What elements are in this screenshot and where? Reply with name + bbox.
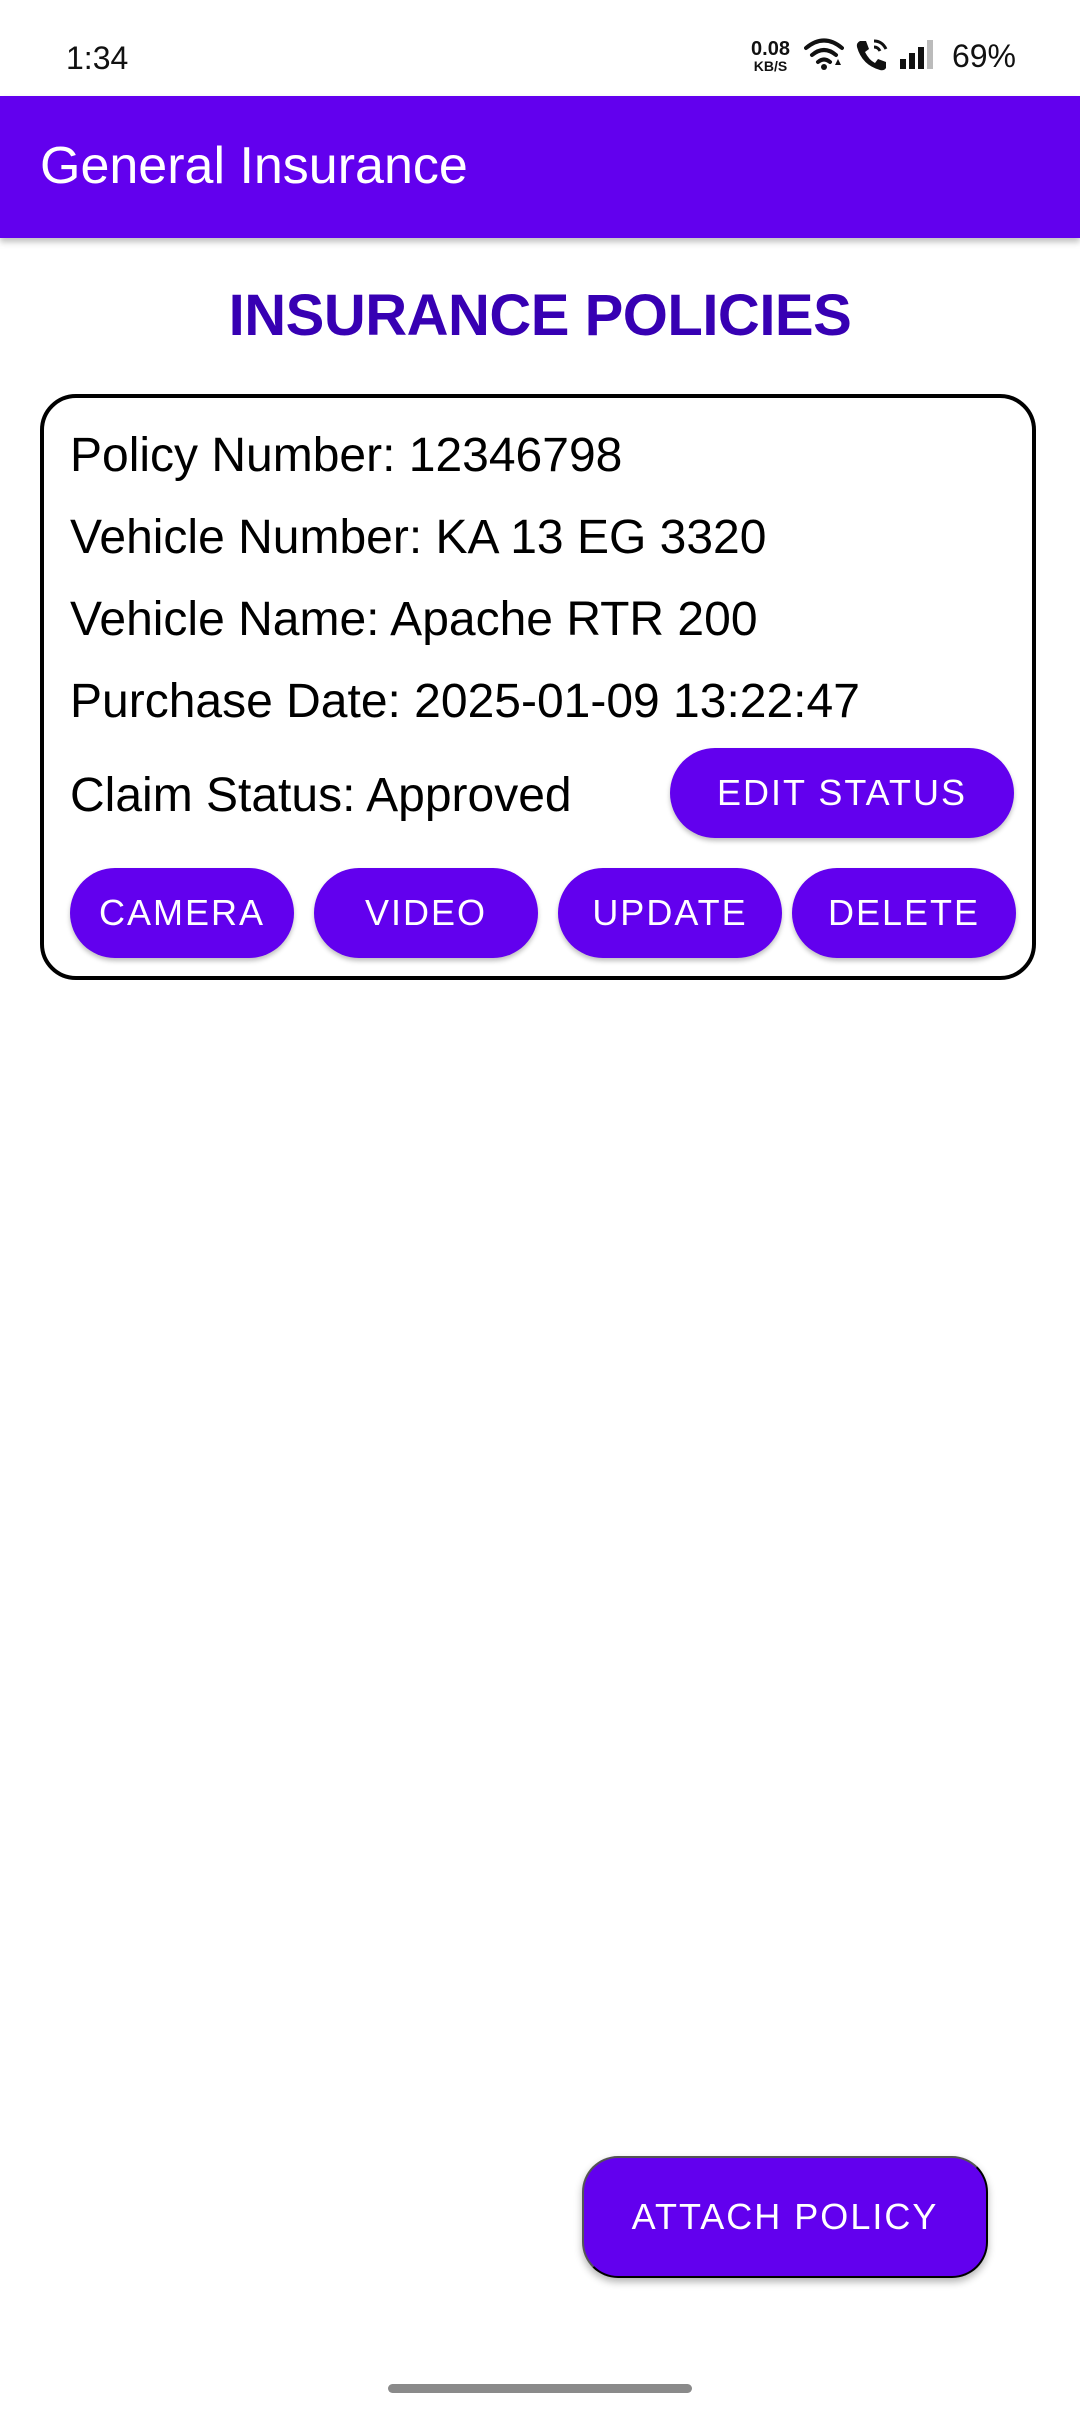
signal-icon [899,39,936,74]
vehicle-number-text: Vehicle Number: KA 13 EG 3320 [70,511,767,564]
network-speed-value: 0.08 [751,38,790,60]
wifi-calling-icon [854,37,890,76]
home-indicator[interactable] [388,2384,692,2393]
attach-policy-button[interactable]: ATTACH POLICY [582,2156,988,2278]
vehicle-name-text: Vehicle Name: Apache RTR 200 [70,593,758,646]
policy-card: Policy Number: 12346798 Vehicle Number: … [40,394,1036,980]
network-speed: 0.08 KB/S [751,39,790,73]
status-time: 1:34 [66,40,129,76]
app-title: General Insurance [40,137,468,195]
camera-button[interactable]: CAMERA [70,868,294,958]
purchase-date-text: Purchase Date: 2025-01-09 13:22:47 [70,675,860,728]
page-title: INSURANCE POLICIES [228,283,852,348]
app-bar: General Insurance [0,96,1080,238]
delete-button[interactable]: DELETE [792,868,1016,958]
claim-status-text: Claim Status: Approved [70,769,572,822]
battery-percentage: 69% [951,37,1016,74]
network-speed-unit: KB/S [753,58,788,74]
edit-status-button[interactable]: EDIT STATUS [670,748,1014,838]
status-bar: 1:34 0.08 KB/S 69% [0,0,1080,96]
update-button[interactable]: UPDATE [558,868,782,958]
video-button[interactable]: VIDEO [314,868,538,958]
policy-number-text: Policy Number: 12346798 [70,429,623,482]
status-icons: 0.08 KB/S 69% [751,36,1016,76]
wifi-icon [803,37,844,76]
